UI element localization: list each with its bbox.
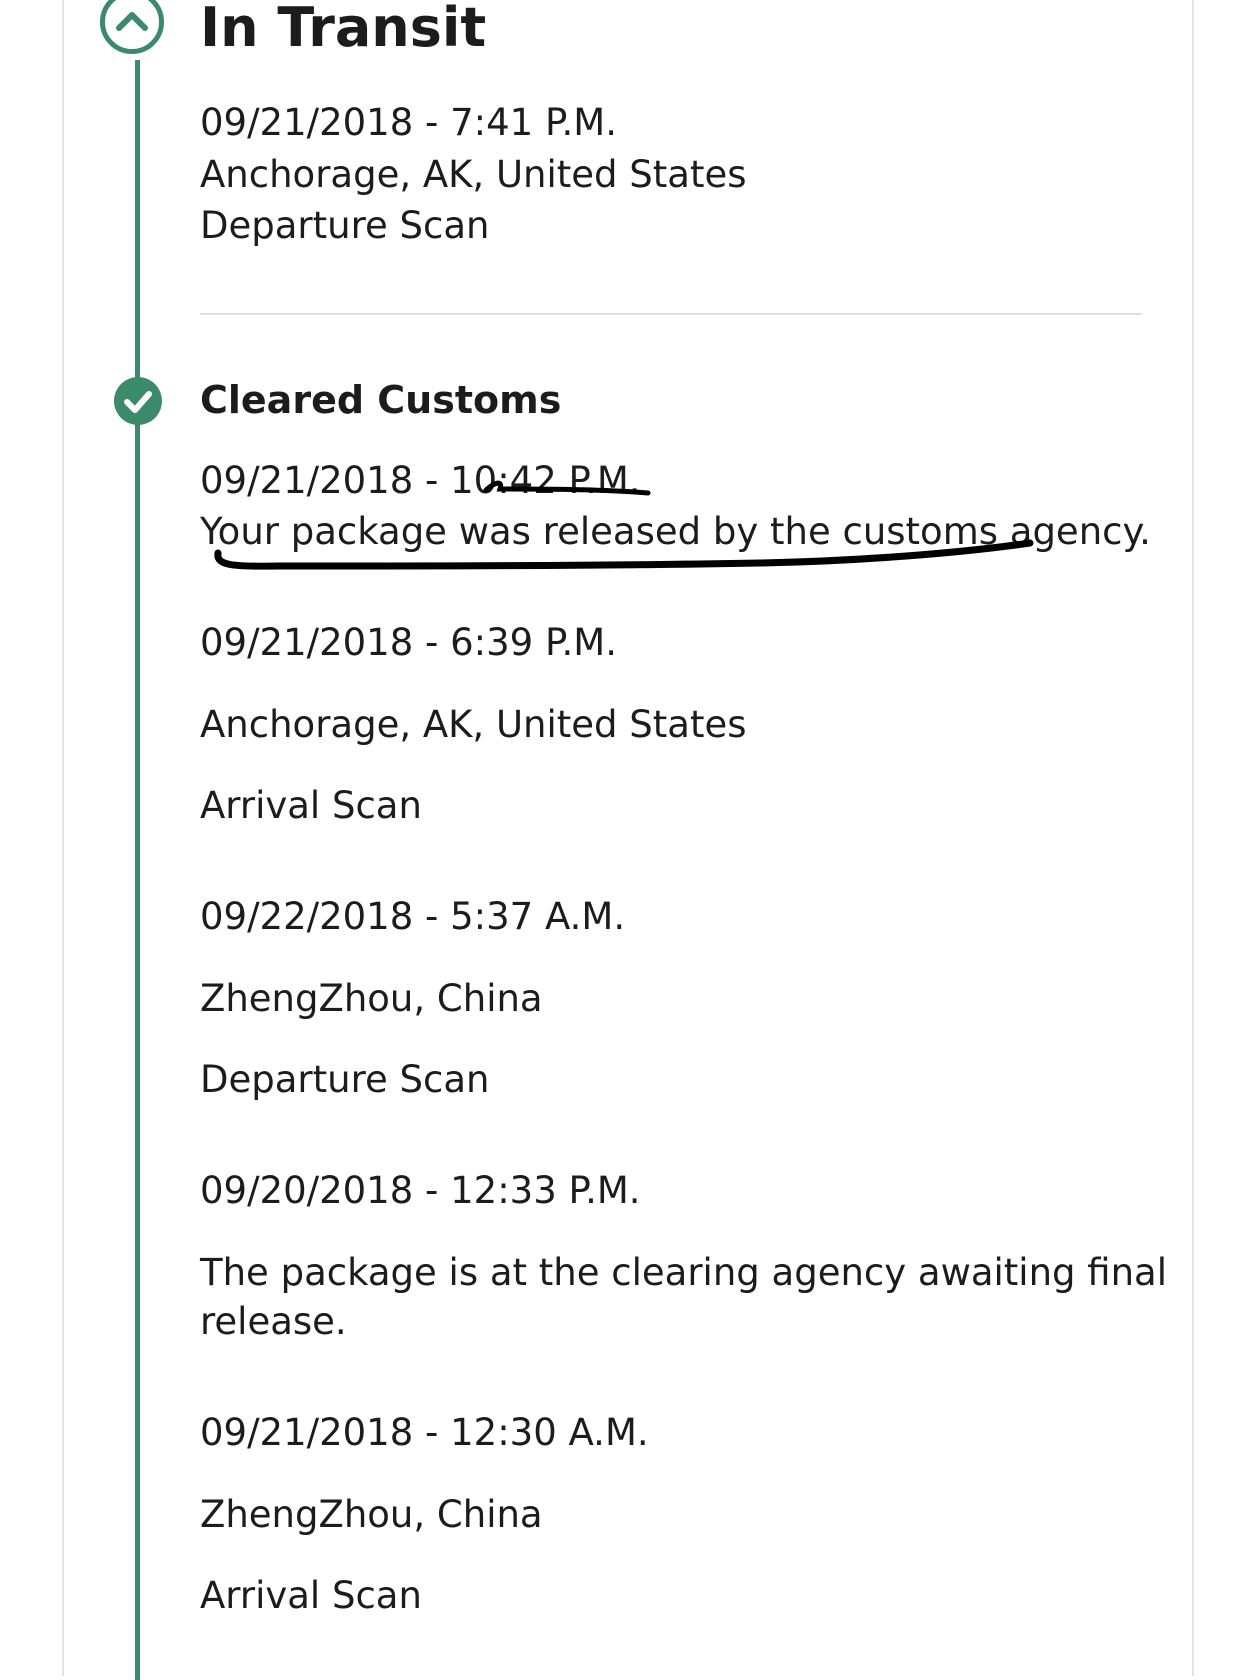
handwritten-underline-annotation xyxy=(214,480,1034,570)
